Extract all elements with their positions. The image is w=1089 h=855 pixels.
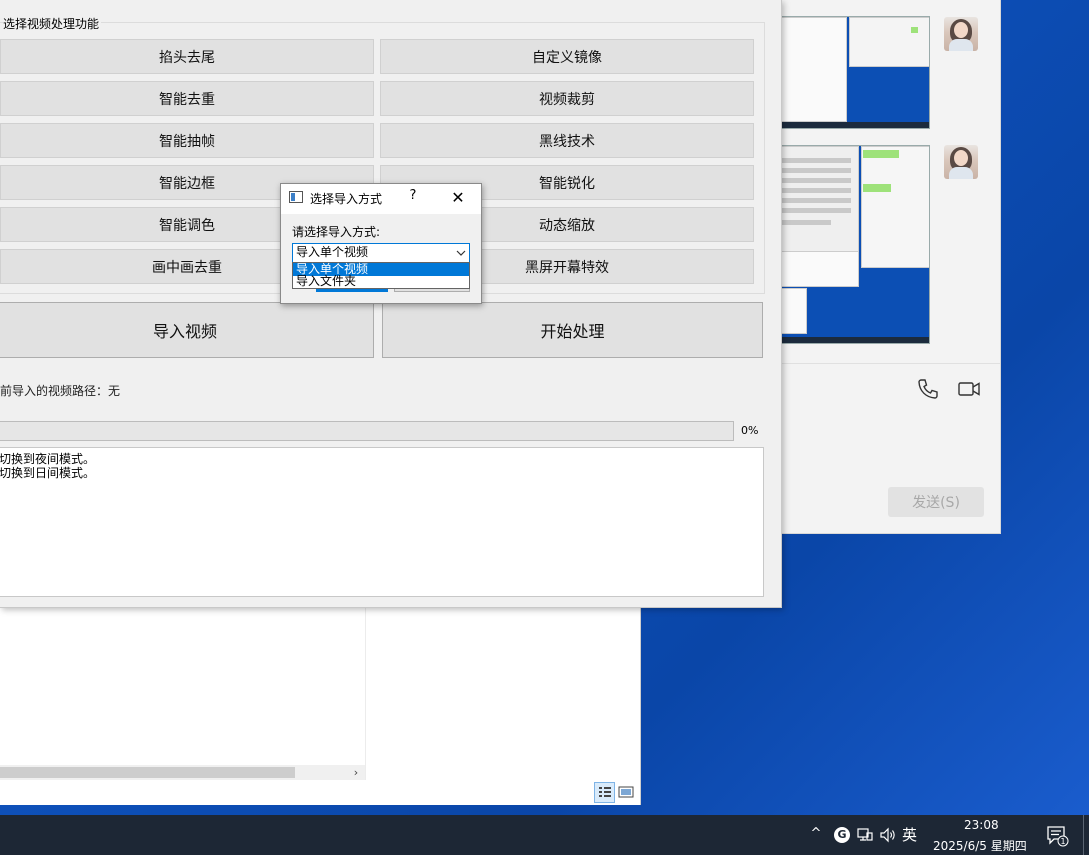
video-call-icon[interactable]	[957, 377, 981, 401]
app-window-icon	[289, 191, 303, 203]
details-view-icon[interactable]	[594, 782, 615, 803]
send-button[interactable]: 发送(S)	[888, 487, 984, 517]
avatar[interactable]	[944, 145, 978, 179]
clock-date[interactable]: 2025/6/5 星期四	[933, 837, 1027, 854]
taskbar	[0, 815, 1089, 855]
progress-bar	[0, 421, 734, 441]
video-crop-button[interactable]: 视频裁剪	[380, 81, 754, 116]
custom-mirror-button[interactable]: 自定义镜像	[380, 39, 754, 74]
chat-image-thumbnail[interactable]	[760, 145, 930, 344]
black-line-button[interactable]: 黑线技术	[380, 123, 754, 158]
explorer-pane-divider	[365, 606, 366, 780]
trim-head-tail-button[interactable]: 掐头去尾	[0, 39, 374, 74]
smart-frame-drop-button[interactable]: 智能抽帧	[0, 123, 374, 158]
large-icons-view-icon[interactable]	[618, 784, 634, 800]
notification-center-icon[interactable]: 1	[1045, 825, 1069, 847]
chat-image-thumbnail[interactable]	[760, 16, 930, 129]
log-line: 切换到夜间模式。	[0, 452, 96, 466]
start-processing-button[interactable]: 开始处理	[382, 302, 763, 358]
chevron-down-icon[interactable]	[454, 244, 468, 262]
log-line: 切换到日间模式。	[0, 466, 96, 480]
select-value: 导入单个视频	[296, 245, 369, 259]
dropdown-option-folder[interactable]: 导入文件夹	[293, 275, 469, 288]
help-icon[interactable]: ?	[405, 188, 421, 208]
volume-icon[interactable]	[879, 826, 897, 844]
clock-time[interactable]: 23:08	[964, 818, 999, 832]
log-output[interactable]: 切换到夜间模式。 切换到日间模式。	[0, 447, 764, 597]
input-method-indicator[interactable]: 英	[902, 824, 917, 845]
phone-call-icon[interactable]	[916, 377, 940, 401]
avatar[interactable]	[944, 17, 978, 51]
show-desktop-button[interactable]	[1083, 815, 1084, 855]
dialog-title: 选择导入方式	[310, 192, 383, 206]
close-icon[interactable]: ✕	[444, 186, 472, 210]
svg-text:1: 1	[1060, 837, 1065, 846]
scrollbar-thumb[interactable]	[0, 767, 295, 778]
show-hidden-icons-icon[interactable]: ^	[808, 826, 824, 844]
dialog-prompt: 请选择导入方式:	[292, 225, 381, 239]
scroll-right-arrow[interactable]: ›	[347, 765, 365, 780]
smart-dedup-button[interactable]: 智能去重	[0, 81, 374, 116]
progress-percent: 0%	[741, 424, 759, 437]
network-icon[interactable]	[856, 826, 874, 844]
group-title: 选择视频处理功能	[3, 15, 102, 32]
video-path-label: 前导入的视频路径：无	[0, 384, 121, 398]
tray-app-icon[interactable]: G	[834, 827, 850, 843]
import-video-button[interactable]: 导入视频	[0, 302, 374, 358]
